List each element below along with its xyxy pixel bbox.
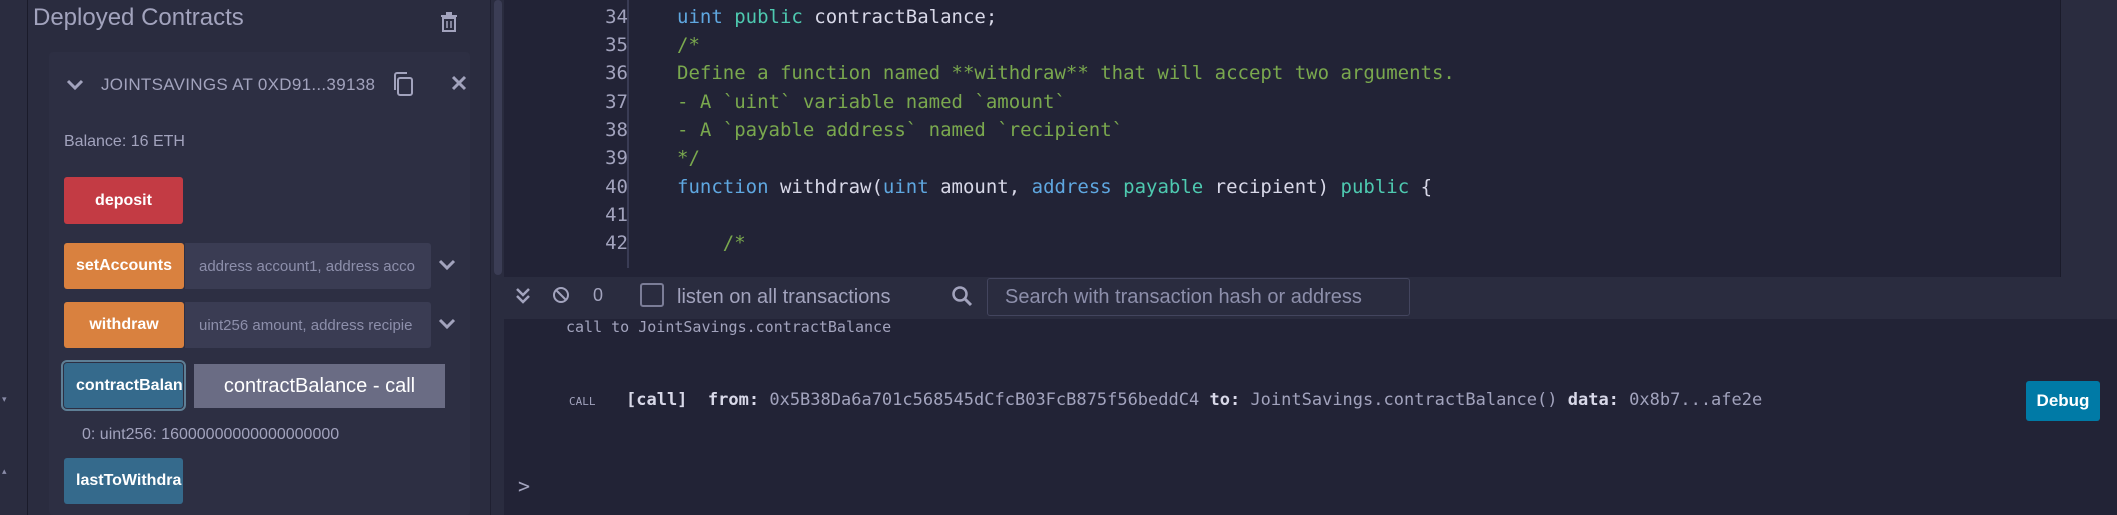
chevron-down-icon[interactable] — [438, 256, 456, 274]
code-token: payable — [1123, 176, 1215, 198]
code-line[interactable]: 41 — [504, 204, 2060, 232]
line-number: 36 — [605, 62, 628, 84]
code-token: { — [1420, 176, 1433, 198]
search-icon — [952, 286, 973, 307]
code-line[interactable]: 36 Define a function named **withdraw** t… — [504, 62, 2060, 90]
to-label: to: — [1209, 390, 1241, 410]
instance-name[interactable]: JOINTSAVINGS AT 0XD91...39138 — [101, 75, 375, 95]
listen-label: listen on all transactions — [677, 286, 891, 308]
trash-icon[interactable] — [440, 12, 458, 32]
code-line[interactable]: 38 - A `payable address` named `recipient… — [504, 119, 2060, 147]
deployed-contracts-title: Deployed Contracts — [33, 4, 244, 31]
line-number: 40 — [605, 176, 628, 198]
code-token: public — [734, 6, 815, 28]
data-value: 0x8b7...afe2e — [1629, 390, 1763, 410]
code-token: uint — [677, 6, 735, 28]
code-token: public — [1340, 176, 1421, 198]
withdraw-button[interactable]: withdraw — [64, 302, 184, 348]
code-token: amount, — [940, 176, 1032, 198]
caret-icon[interactable]: ▾ — [2, 394, 10, 404]
call-tag: CALL — [569, 395, 596, 408]
contract-balance-button[interactable]: contractBalanc — [61, 360, 186, 411]
line-number: 37 — [605, 91, 628, 113]
line-number: 42 — [605, 232, 628, 254]
call-type: [call] — [626, 390, 688, 410]
code-line[interactable]: 42 /* — [504, 232, 2060, 260]
from-label: from: — [707, 390, 760, 410]
code-token: function — [677, 176, 780, 198]
line-number: 35 — [605, 34, 628, 56]
contract-balance-result: 0: uint256: 16000000000000000000 — [82, 426, 340, 443]
caret-icon[interactable]: ▴ — [2, 466, 10, 476]
deposit-button[interactable]: deposit — [64, 177, 183, 224]
call-log-line[interactable]: [call] from: 0x5B38Da6a701c568545dCfcB03… — [626, 390, 1762, 410]
code-text: uint public contractBalance; — [677, 6, 997, 28]
code-line[interactable]: 40 function withdraw(uint amount, address… — [504, 176, 2060, 204]
code-token: contractBalance; — [814, 6, 998, 28]
line-number: 38 — [605, 119, 628, 141]
code-token: */ — [677, 147, 700, 169]
code-text: - A `uint` variable named `amount` — [677, 91, 1066, 113]
line-number: 39 — [605, 147, 628, 169]
code-token: withdraw( — [779, 176, 883, 198]
code-line[interactable]: 34 uint public contractBalance; — [504, 6, 2060, 34]
code-text: Define a function named **withdraw** tha… — [677, 62, 1455, 84]
set-accounts-button[interactable]: setAccounts — [64, 243, 184, 289]
terminal-output — [504, 319, 2117, 515]
panel-scrollbar-thumb[interactable] — [494, 0, 502, 275]
withdraw-args-input[interactable]: uint256 amount, address recipie — [185, 302, 431, 348]
code-line[interactable]: 39 */ — [504, 147, 2060, 175]
copy-icon[interactable] — [392, 72, 414, 96]
remix-ide-window: ▾ ▴ Deployed Contracts JOINTSAVINGS AT 0… — [0, 0, 2117, 515]
code-token: /* — [677, 232, 746, 254]
chevron-down-icon[interactable] — [438, 315, 456, 333]
clear-ban-icon[interactable] — [552, 286, 570, 304]
code-token: address — [1031, 176, 1124, 198]
code-token: Define a function named **withdraw** tha… — [677, 62, 1455, 84]
code-text: /* — [677, 34, 700, 56]
line-number: 34 — [605, 6, 628, 28]
code-token: - A `payable address` named `recipient` — [677, 119, 1124, 141]
editor-minimap — [2060, 0, 2117, 277]
code-text: function withdraw(uint amount, address p… — [677, 176, 1432, 198]
code-token: /* — [677, 34, 700, 56]
set-accounts-args-input[interactable]: address account1, address acco — [185, 243, 431, 289]
contract-balance-tooltip: contractBalance - call — [194, 364, 445, 408]
code-token: - A `uint` variable named `amount` — [677, 91, 1066, 113]
to-value: JointSavings.contractBalance() — [1250, 390, 1558, 410]
code-line[interactable]: 37 - A `uint` variable named `amount` — [504, 91, 2060, 119]
data-label: data: — [1567, 390, 1619, 410]
icon-rail: ▾ ▴ — [0, 0, 28, 515]
instance-balance: Balance: 16 ETH — [64, 133, 185, 150]
code-text: */ — [677, 147, 700, 169]
transaction-search-input[interactable]: Search with transaction hash or address — [987, 278, 1410, 316]
code-text: - A `payable address` named `recipient` — [677, 119, 1123, 141]
last-to-withdraw-button[interactable]: lastToWithdra — [64, 458, 183, 504]
chevron-down-icon[interactable] — [65, 75, 85, 95]
line-number: 41 — [605, 204, 628, 226]
code-line[interactable]: 35 /* — [504, 34, 2060, 62]
double-chevron-down-icon[interactable] — [514, 287, 532, 305]
close-icon[interactable] — [450, 74, 468, 92]
from-address: 0x5B38Da6a701c568545dCfcB03FcB875f56bedd… — [769, 390, 1200, 410]
code-token: recipient) — [1214, 176, 1341, 198]
listen-checkbox[interactable] — [640, 283, 664, 307]
pending-tx-count: 0 — [593, 285, 604, 305]
debug-button[interactable]: Debug — [2026, 381, 2100, 421]
terminal-prompt[interactable]: > — [518, 474, 530, 498]
terminal-log-line: call to JointSavings.contractBalance — [566, 318, 892, 336]
code-token: uint — [882, 176, 941, 198]
code-text: /* — [677, 232, 746, 254]
